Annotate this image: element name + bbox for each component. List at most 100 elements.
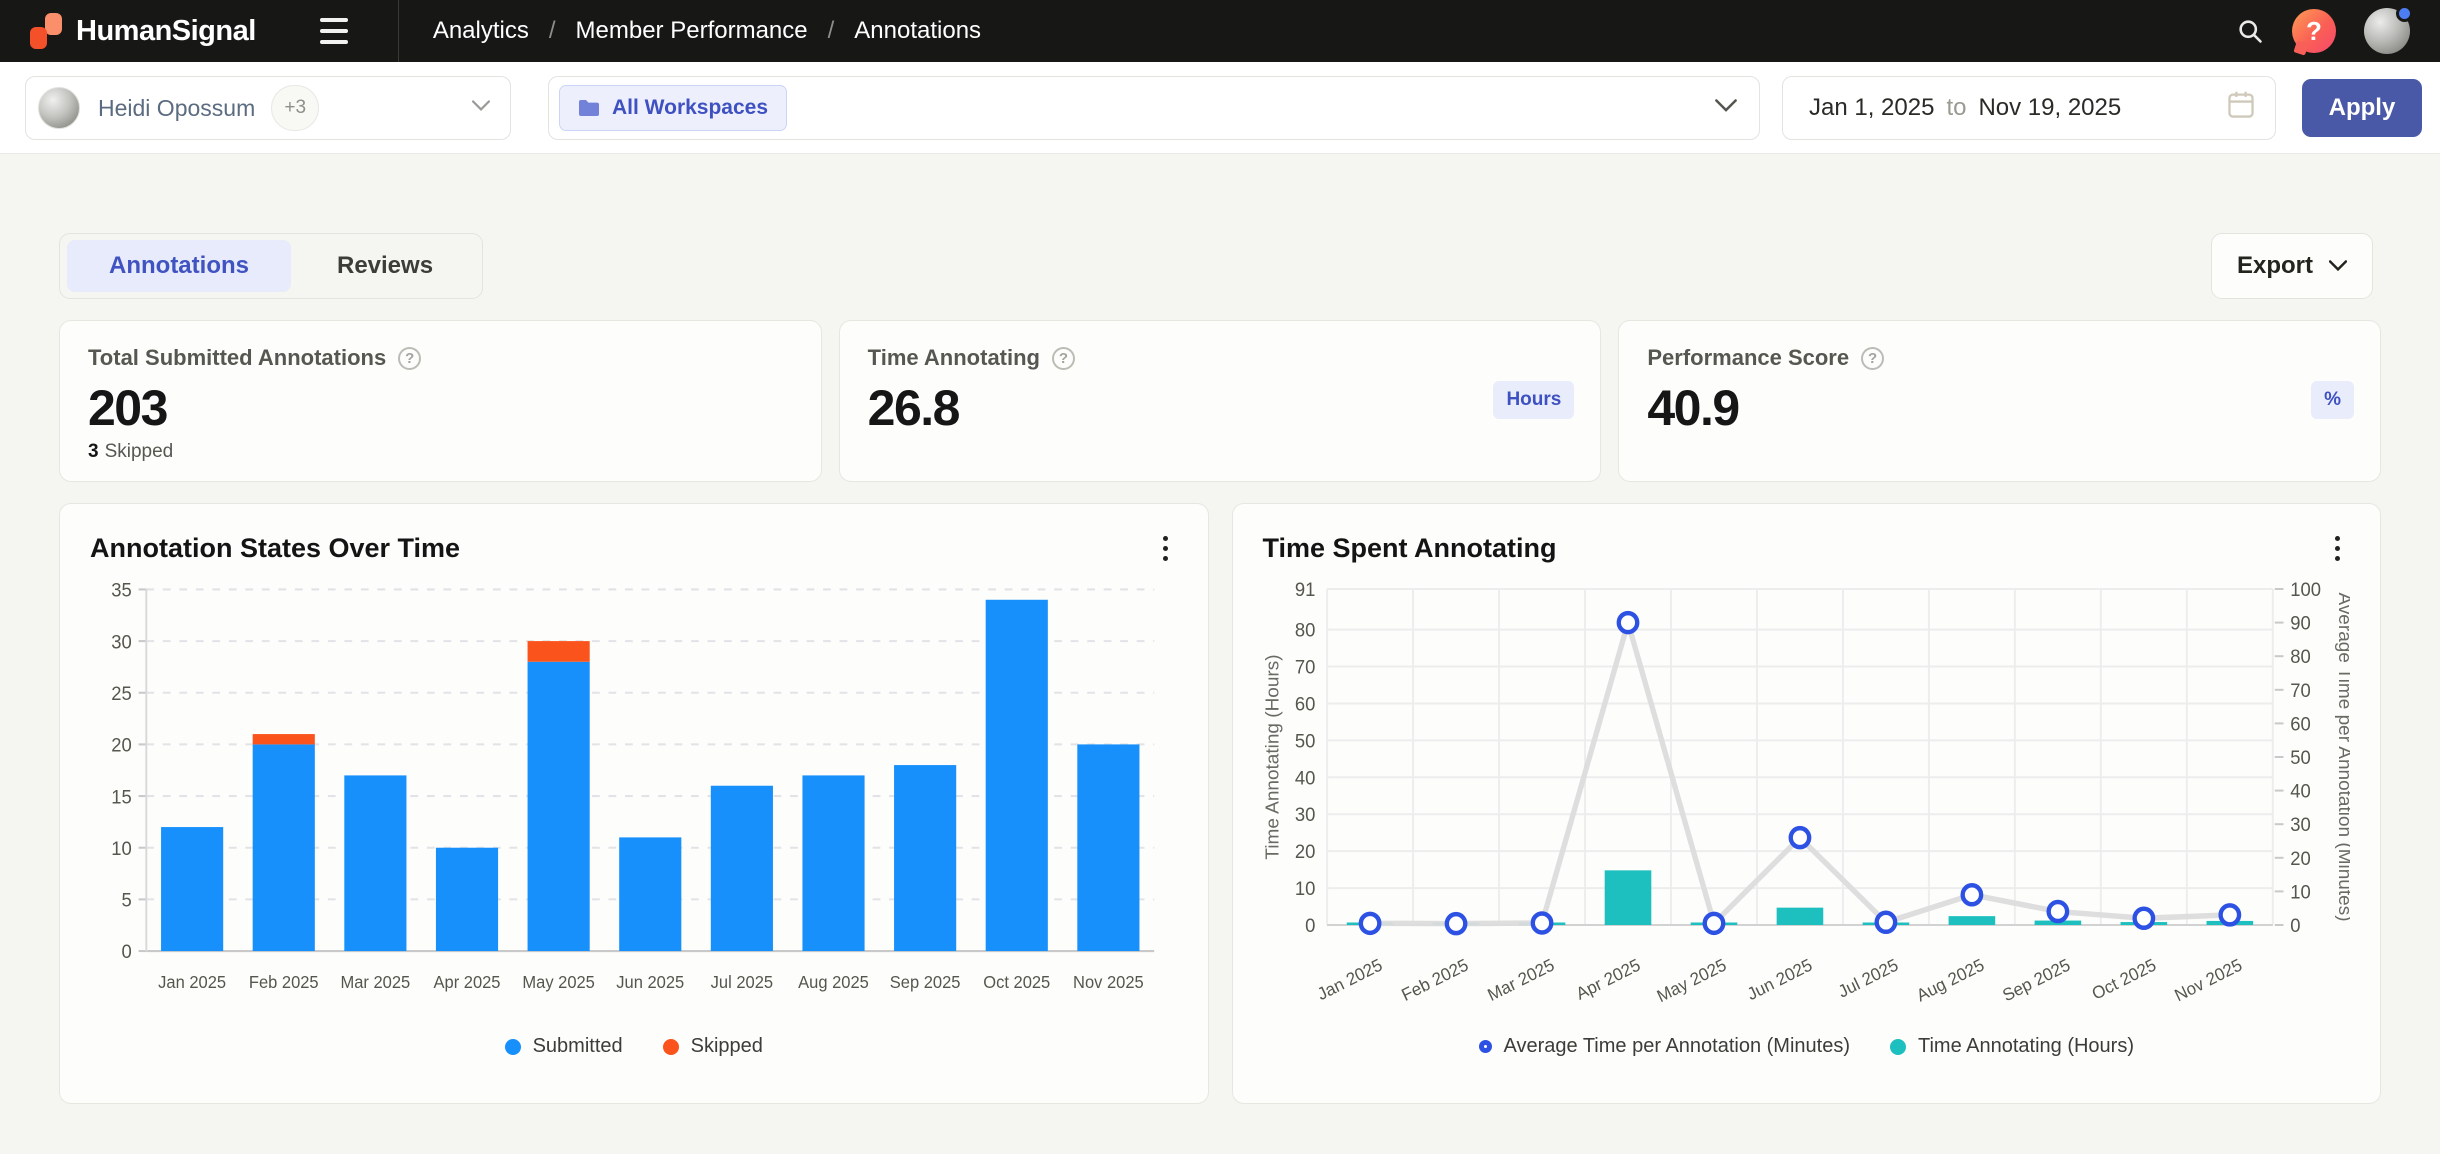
stat-card-total-submitted: Total Submitted Annotations ? 203 3Skipp… (59, 320, 822, 482)
svg-text:Jun 2025: Jun 2025 (616, 973, 684, 993)
question-circle-icon[interactable]: ? (1052, 347, 1075, 370)
analytics-dashboard: HumanSignal Analytics / Member Performan… (0, 0, 2440, 1154)
user-avatar[interactable] (2364, 8, 2410, 54)
svg-text:20: 20 (2290, 848, 2311, 869)
svg-text:Nov 2025: Nov 2025 (2171, 954, 2245, 1005)
humansignal-logo-icon (30, 13, 62, 49)
svg-text:Aug 2025: Aug 2025 (1913, 954, 1987, 1005)
svg-text:40: 40 (2290, 780, 2311, 801)
question-circle-icon[interactable]: ? (398, 347, 421, 370)
workspace-select[interactable]: All Workspaces (548, 76, 1760, 140)
svg-text:Feb 2025: Feb 2025 (249, 973, 319, 993)
breadcrumb-member-performance[interactable]: Member Performance (576, 17, 808, 45)
svg-text:30: 30 (111, 632, 132, 654)
notification-dot (2396, 5, 2413, 22)
breadcrumb: Analytics / Member Performance / Annotat… (433, 17, 981, 45)
svg-text:May 2025: May 2025 (522, 973, 594, 993)
export-button[interactable]: Export (2211, 233, 2373, 299)
svg-text:30: 30 (1294, 804, 1315, 825)
workspace-chip[interactable]: All Workspaces (559, 85, 787, 131)
question-circle-icon[interactable]: ? (1861, 347, 1884, 370)
search-icon[interactable] (2236, 17, 2264, 45)
kebab-menu-icon[interactable] (2325, 530, 2350, 567)
svg-text:70: 70 (2290, 680, 2311, 701)
svg-text:20: 20 (1294, 841, 1315, 862)
svg-text:0: 0 (1305, 915, 1315, 936)
humansignal-logo[interactable]: HumanSignal (0, 13, 256, 49)
member-select[interactable]: Heidi Opossum +3 (25, 76, 511, 140)
apply-button[interactable]: Apply (2302, 79, 2422, 137)
member-avatar (38, 87, 80, 129)
svg-text:5: 5 (121, 890, 131, 912)
member-extra-count: +3 (271, 85, 319, 131)
svg-text:91: 91 (1294, 579, 1315, 600)
chart-legend: Submitted Skipped (90, 1035, 1178, 1058)
filter-bar: Heidi Opossum +3 All Workspaces Jan 1, 2… (0, 62, 2440, 154)
svg-text:Time Annotating (Hours): Time Annotating (Hours) (1263, 654, 1282, 859)
date-from: Jan 1, 2025 (1809, 94, 1934, 122)
annotation-states-card: Annotation States Over Time 051015202530… (59, 503, 1209, 1104)
chart-title: Annotation States Over Time (90, 533, 460, 564)
unit-badge-percent: % (2311, 381, 2354, 419)
chart-legend: Average Time per Annotation (Minutes) Ti… (1263, 1035, 2351, 1058)
svg-text:Apr 2025: Apr 2025 (434, 973, 501, 993)
member-name: Heidi Opossum (98, 95, 255, 122)
charts-row: Annotation States Over Time 0 5 10 15 20 25 30… (59, 503, 2381, 1104)
svg-text:Feb 2025: Feb 2025 (1398, 954, 1471, 1005)
header-divider (398, 0, 399, 62)
svg-text:0: 0 (2290, 915, 2300, 936)
svg-text:Oct 2025: Oct 2025 (983, 973, 1050, 993)
date-to-label: to (1946, 94, 1966, 122)
svg-text:Mar 2025: Mar 2025 (341, 973, 411, 993)
header-actions: ? (2236, 8, 2440, 54)
brand-name: HumanSignal (76, 15, 256, 48)
export-label: Export (2237, 252, 2313, 280)
legend-item-submitted[interactable]: Submitted (505, 1035, 623, 1058)
stat-title: Performance Score (1647, 345, 1849, 371)
stat-title: Total Submitted Annotations (88, 345, 386, 371)
svg-text:35: 35 (111, 580, 132, 602)
svg-text:Aug 2025: Aug 2025 (798, 973, 869, 993)
svg-text:Nov 2025: Nov 2025 (1073, 973, 1144, 993)
svg-text:25: 25 (111, 683, 132, 705)
legend-item-time-annotating[interactable]: Time Annotating (Hours) (1890, 1035, 2134, 1058)
time-spent-annotating-chart: 0102030405060708091010203040506070809010… (1263, 573, 2351, 1025)
svg-text:Mar 2025: Mar 2025 (1484, 954, 1557, 1005)
menu-icon[interactable] (312, 10, 356, 52)
breadcrumb-analytics[interactable]: Analytics (433, 17, 529, 45)
svg-text:10: 10 (1294, 878, 1315, 899)
legend-item-avg-time[interactable]: Average Time per Annotation (Minutes) (1479, 1035, 1850, 1058)
legend-dot-skipped (663, 1039, 679, 1055)
workspace-chip-label: All Workspaces (612, 96, 768, 120)
chevron-down-icon (472, 99, 490, 117)
help-icon[interactable]: ? (2292, 9, 2336, 53)
svg-text:40: 40 (1294, 767, 1315, 788)
svg-text:15: 15 (111, 787, 132, 809)
chart-title: Time Spent Annotating (1263, 533, 1557, 564)
tab-reviews[interactable]: Reviews (295, 240, 475, 292)
svg-text:Oct 2025: Oct 2025 (2088, 954, 2159, 1003)
breadcrumb-annotations[interactable]: Annotations (854, 17, 981, 45)
svg-text:60: 60 (2290, 713, 2311, 734)
svg-text:Jul 2025: Jul 2025 (1834, 954, 1900, 1001)
svg-text:80: 80 (2290, 646, 2311, 667)
svg-text:10: 10 (111, 838, 132, 860)
date-range-input[interactable]: Jan 1, 2025 to Nov 19, 2025 (1782, 76, 2276, 140)
calendar-icon[interactable] (2227, 90, 2255, 127)
stat-value: 40.9 (1647, 379, 2352, 437)
stat-cards: Total Submitted Annotations ? 203 3Skipp… (59, 320, 2381, 482)
svg-text:May 2025: May 2025 (1653, 954, 1729, 1006)
svg-text:Sep 2025: Sep 2025 (890, 973, 961, 993)
annotation-states-chart: 05101520253035Jan 2025Feb 2025Mar 2025Ap… (90, 573, 1178, 1025)
legend-dot-submitted (505, 1039, 521, 1055)
stat-value: 203 (88, 379, 793, 437)
svg-text:100: 100 (2290, 579, 2321, 600)
tab-annotations[interactable]: Annotations (67, 240, 291, 292)
legend-item-skipped[interactable]: Skipped (663, 1035, 763, 1058)
chevron-down-icon (1715, 99, 1737, 118)
date-to: Nov 19, 2025 (1978, 94, 2121, 122)
svg-text:Jun 2025: Jun 2025 (1743, 954, 1814, 1004)
kebab-menu-icon[interactable] (1153, 530, 1178, 567)
svg-text:Jan 2025: Jan 2025 (1313, 954, 1384, 1004)
svg-text:Sep 2025: Sep 2025 (1999, 954, 2073, 1005)
